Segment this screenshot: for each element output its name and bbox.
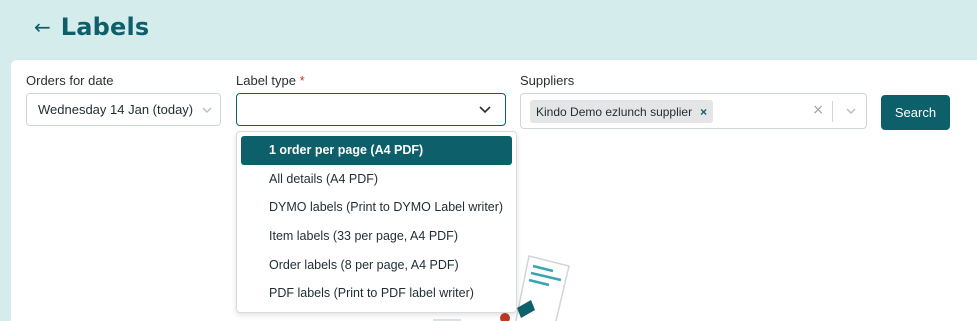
filter-panel: Orders for date Wednesday 14 Jan (today)…: [11, 60, 977, 321]
dropdown-option[interactable]: All details (A4 PDF): [241, 165, 512, 194]
dropdown-option[interactable]: DYMO labels (Print to DYMO Label writer): [241, 193, 512, 222]
label-type-label-text: Label type: [236, 73, 296, 88]
chevron-down-icon[interactable]: [844, 104, 858, 123]
suppliers-label: Suppliers: [520, 73, 575, 88]
remove-chip-icon[interactable]: ×: [700, 105, 707, 119]
arrow-left-icon[interactable]: ←: [34, 17, 51, 37]
search-button[interactable]: Search: [881, 95, 950, 130]
label-type-label: Label type *: [236, 73, 305, 88]
date-value: Wednesday 14 Jan (today): [38, 102, 194, 117]
supplier-chip-label: Kindo Demo ezlunch supplier: [536, 104, 693, 119]
supplier-chip: Kindo Demo ezlunch supplier ×: [530, 100, 714, 123]
dropdown-option[interactable]: PDF labels (Print to PDF label writer): [241, 279, 512, 308]
dropdown-option[interactable]: Item labels (33 per page, A4 PDF): [241, 222, 512, 251]
dropdown-option[interactable]: 1 order per page (A4 PDF): [241, 136, 512, 165]
chevron-down-icon: [200, 103, 214, 120]
dropdown-option[interactable]: Order labels (8 per page, A4 PDF): [241, 250, 512, 279]
clear-icon[interactable]: ×: [812, 102, 824, 118]
suppliers-select[interactable]: Kindo Demo ezlunch supplier × ×: [520, 93, 867, 129]
page-title: Labels: [60, 13, 150, 41]
label-type-select[interactable]: [236, 93, 506, 126]
date-select[interactable]: Wednesday 14 Jan (today): [26, 93, 221, 126]
required-mark: *: [299, 73, 305, 88]
date-label: Orders for date: [26, 73, 114, 88]
page-header: ← Labels: [34, 12, 149, 42]
divider: [832, 101, 833, 122]
label-type-dropdown: 1 order per page (A4 PDF) All details (A…: [236, 131, 517, 313]
chevron-down-icon: [477, 103, 493, 122]
